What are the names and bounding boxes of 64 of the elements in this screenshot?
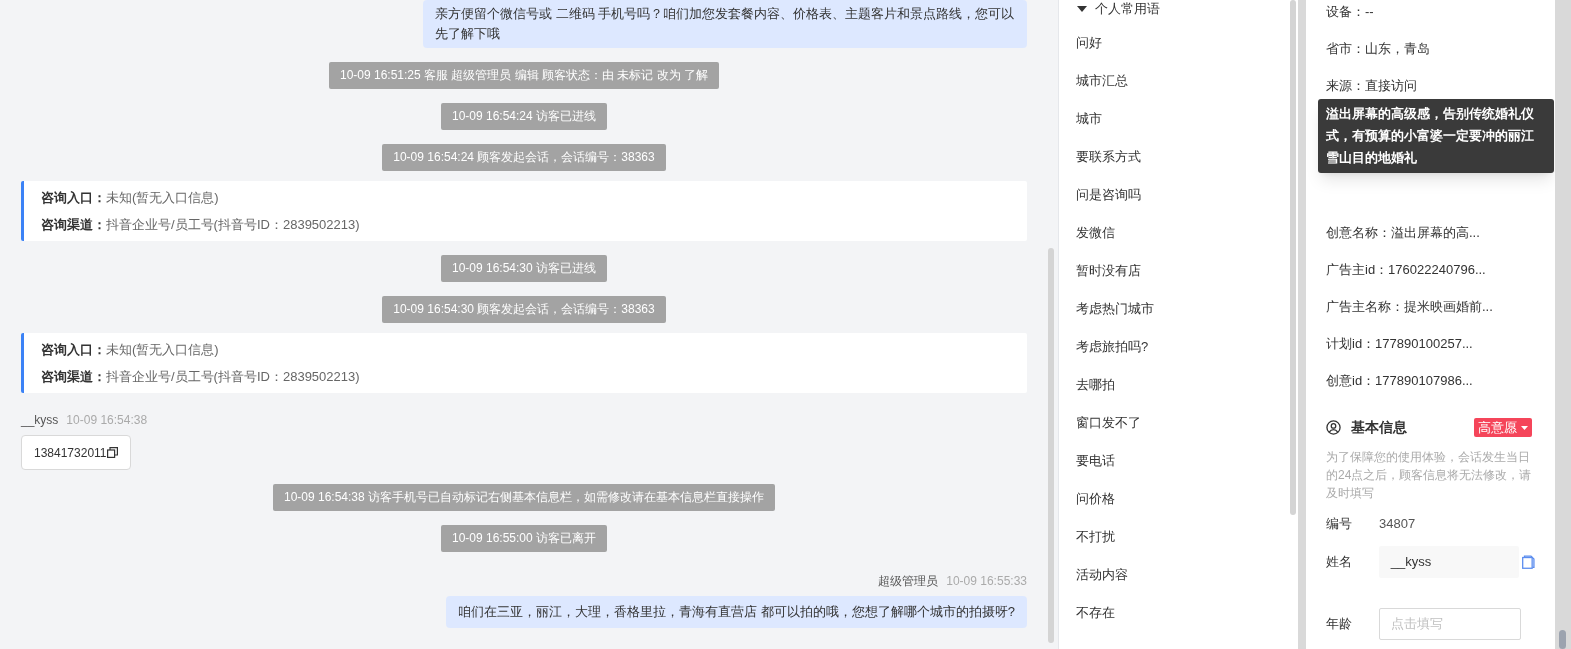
system-notice: 10-09 16:54:38 访客手机号已自动标记右侧基本信息栏，如需修改请在基本信息栏直接操作 bbox=[272, 484, 776, 511]
system-notice: 10-09 16:54:24 访客已进线 bbox=[440, 103, 608, 130]
field-label: 咨询渠道： bbox=[41, 368, 106, 386]
phone-number: 13841732011 bbox=[34, 444, 107, 462]
field-label: 编号 bbox=[1326, 515, 1353, 533]
field-label: 咨询入口： bbox=[41, 189, 106, 207]
scrollbar[interactable] bbox=[1290, 0, 1296, 515]
phrase-item[interactable]: 问好 bbox=[1059, 24, 1298, 62]
phrase-item[interactable]: 不存在 bbox=[1059, 594, 1298, 632]
message-time: 10-09 16:54:38 bbox=[66, 412, 148, 429]
info-row-text: 设备：-- bbox=[1326, 3, 1375, 21]
system-notice: 10-09 16:54:30 顾客发起会话，会话编号：38363 bbox=[382, 296, 666, 323]
info-row-text: 来源：直接访问 bbox=[1326, 77, 1418, 95]
copy-icon[interactable] bbox=[106, 447, 118, 458]
field-label: 咨询渠道： bbox=[41, 216, 106, 234]
message-time: 10-09 16:55:33 bbox=[946, 573, 1027, 590]
field-label: 年龄 bbox=[1326, 614, 1353, 633]
info-row-text: 创意名称：溢出屏幕的高... bbox=[1326, 224, 1481, 242]
phrase-item[interactable]: 去哪拍 bbox=[1059, 366, 1298, 404]
phrase-item[interactable]: 城市 bbox=[1059, 100, 1298, 138]
phrase-item[interactable]: 暂时没有店 bbox=[1059, 252, 1298, 290]
section-title: 基本信息 bbox=[1351, 418, 1407, 437]
system-notice: 10-09 16:51:25 客服 超级管理员 编辑 顾客状态：由 未标记 改为 了解 bbox=[328, 62, 720, 89]
phrase-item[interactable]: 问价格 bbox=[1059, 480, 1298, 518]
phrase-item[interactable]: 城市汇总 bbox=[1059, 62, 1298, 100]
field-value: 未知(暂无入口信息) bbox=[106, 341, 219, 359]
phrase-item[interactable]: 发微信 bbox=[1059, 214, 1298, 252]
field-value: 抖音企业号/员工号(抖音号ID：2839502213) bbox=[106, 368, 360, 386]
field-label: 咨询入口： bbox=[41, 341, 106, 359]
message-bubble: 亲方便留个微信号或 二维码 手机号吗？咱们加您发套餐内容、价格表、主题客片和景点路线，您可以先了解下哦 bbox=[423, 0, 1027, 48]
intent-dropdown[interactable]: 高意愿 bbox=[1474, 418, 1532, 437]
message-bubble: 咱们在三亚，丽江，大理，香格里拉，青海有直营店 都可以拍的哦，您想了解哪个城市的拍摄呀? bbox=[446, 596, 1027, 628]
field-value: 34807 bbox=[1379, 515, 1416, 533]
phrase-group[interactable]: 个人常用语 bbox=[1059, 0, 1298, 18]
phrase-item[interactable]: 不打扰 bbox=[1059, 518, 1298, 556]
phrase-item[interactable]: 要联系方式 bbox=[1059, 138, 1298, 176]
field-label: 姓名 bbox=[1326, 552, 1353, 571]
info-row-text: 创意id：177890107986... bbox=[1326, 372, 1474, 390]
phrase-item[interactable]: 要电话 bbox=[1059, 442, 1298, 480]
system-notice: 10-09 16:54:30 访客已进线 bbox=[440, 255, 608, 282]
info-row-text: 计划id：177890100257... bbox=[1326, 335, 1474, 353]
phrase-item[interactable]: 考虑旅拍吗? bbox=[1059, 328, 1298, 366]
phrase-item[interactable]: 活动内容 bbox=[1059, 556, 1298, 594]
caret-down-icon bbox=[1077, 6, 1087, 12]
name-field: __kyss bbox=[1378, 545, 1520, 578]
info-row-text: 广告主id：176022240796... bbox=[1326, 261, 1487, 279]
info-row-text: 广告主名称：提米映画婚前... bbox=[1326, 298, 1494, 316]
info-row-text: 省市：山东，青岛 bbox=[1326, 40, 1431, 58]
phrase-item[interactable]: 问是咨询吗 bbox=[1059, 176, 1298, 214]
field-value: 抖音企业号/员工号(抖音号ID：2839502213) bbox=[106, 216, 360, 234]
system-notice: 10-09 16:54:24 顾客发起会话，会话编号：38363 bbox=[382, 144, 666, 171]
scrollbar[interactable] bbox=[1559, 630, 1566, 649]
user-icon bbox=[1326, 420, 1341, 435]
tooltip: 溢出屏幕的高级感，告别传统婚礼仪式，有预算的小富婆一定要冲的丽江雪山目的地婚礼 bbox=[1318, 99, 1554, 173]
notice-text: 为了保障您的使用体验，会话发生当日的24点之后，顾客信息将无法修改，请及时填写 bbox=[1326, 449, 1533, 502]
sender-name: 超级管理员 bbox=[878, 573, 939, 590]
phrase-item[interactable]: 考虑热门城市 bbox=[1059, 290, 1298, 328]
phrase-item[interactable]: 窗口发不了 bbox=[1059, 404, 1298, 442]
sender-name: __kyss bbox=[21, 412, 59, 429]
scrollbar[interactable] bbox=[1048, 248, 1054, 643]
age-field[interactable]: 点击填写 bbox=[1379, 607, 1521, 640]
system-notice: 10-09 16:55:00 访客已离开 bbox=[440, 525, 608, 552]
caret-down-icon bbox=[1521, 425, 1528, 430]
field-value: 未知(暂无入口信息) bbox=[106, 189, 219, 207]
